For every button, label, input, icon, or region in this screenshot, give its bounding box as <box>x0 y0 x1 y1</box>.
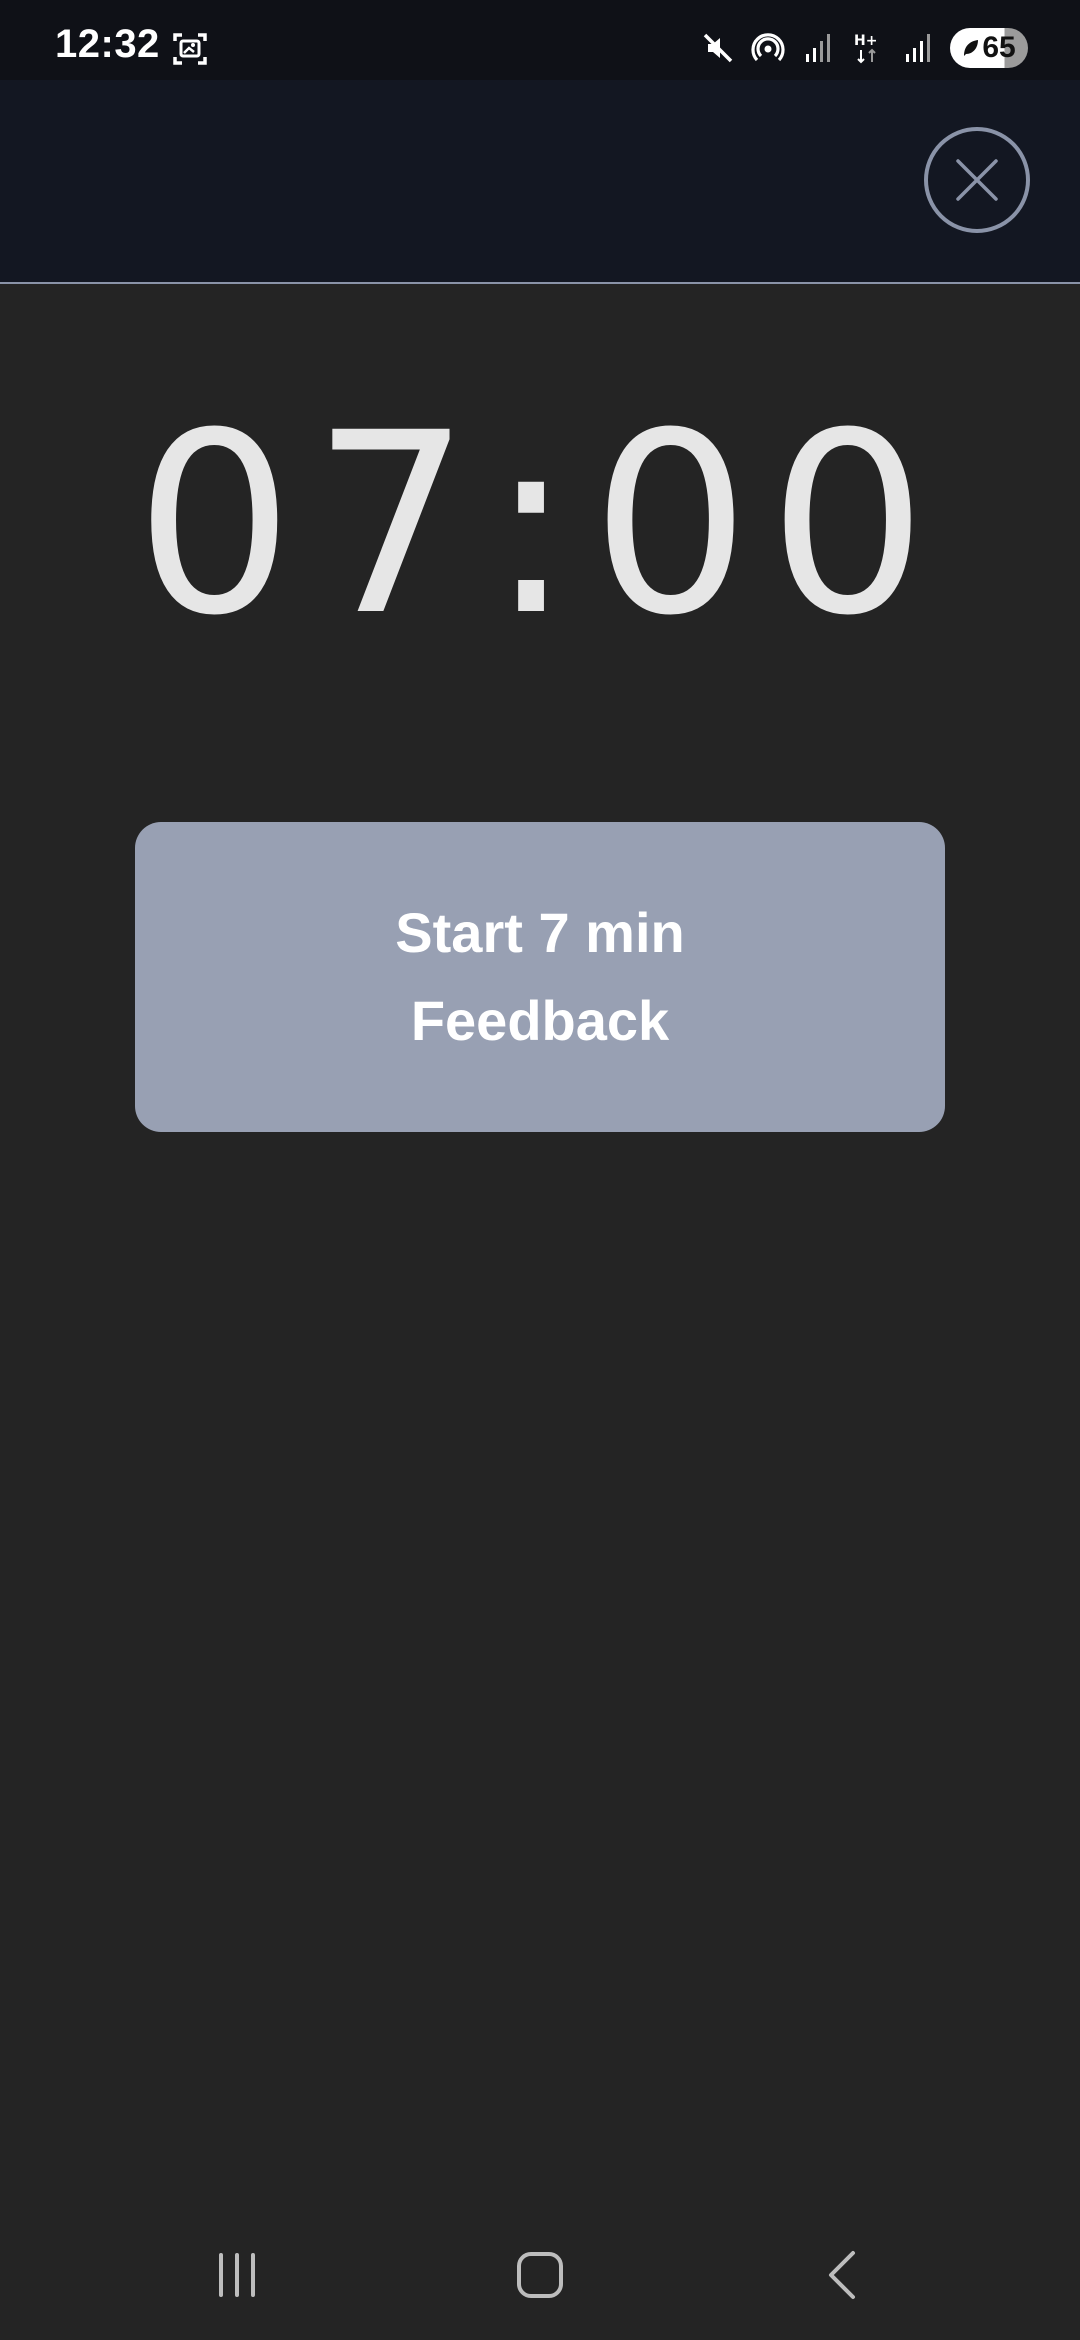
screenshot-icon <box>172 31 208 67</box>
signal-icon <box>806 34 830 62</box>
close-icon <box>956 159 998 201</box>
signal-icon <box>906 34 930 62</box>
back-icon <box>829 2251 855 2299</box>
mute-icon <box>703 33 733 63</box>
recent-apps-button[interactable] <box>197 2240 277 2310</box>
status-bar: 12:32 H+ 65 <box>0 0 1080 80</box>
hotspot-icon <box>751 33 785 62</box>
status-time: 12:32 <box>55 22 160 66</box>
back-button[interactable] <box>803 2240 883 2310</box>
start-button-label-line1: Start 7 min <box>395 901 685 964</box>
home-icon <box>517 2252 563 2298</box>
navigation-bar <box>0 2220 1080 2340</box>
hplus-data-icon: H+ <box>854 33 877 64</box>
status-icons: H+ 65 <box>700 26 1028 70</box>
timer-display: 07:00 <box>134 379 946 670</box>
power-saving-icon <box>964 40 979 56</box>
home-button[interactable] <box>500 2240 580 2310</box>
header <box>0 80 1080 284</box>
start-feedback-button[interactable]: Start 7 min Feedback <box>135 822 945 1132</box>
battery-level: 65 <box>982 31 1016 64</box>
start-button-label-line2: Feedback <box>410 989 670 1052</box>
close-button[interactable] <box>924 127 1030 233</box>
battery-icon: 65 <box>950 28 1028 68</box>
svg-text:H+: H+ <box>854 33 877 49</box>
recent-apps-icon <box>219 2253 255 2297</box>
